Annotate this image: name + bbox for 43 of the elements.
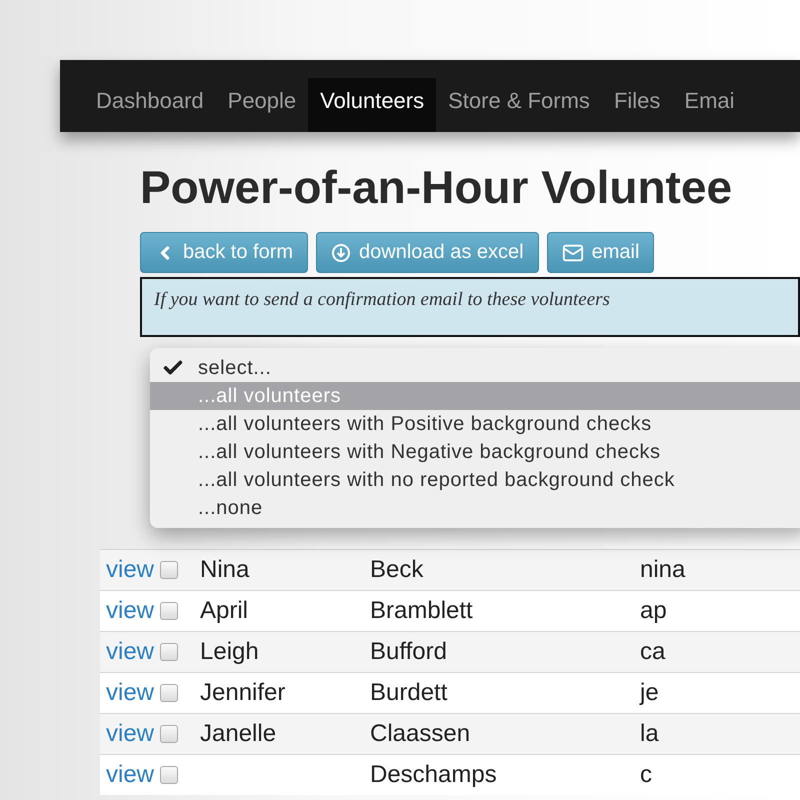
view-link[interactable]: view <box>100 761 160 789</box>
view-link[interactable]: view <box>100 638 160 666</box>
view-link[interactable]: view <box>100 597 160 625</box>
nav-tab[interactable]: Emai <box>672 78 747 132</box>
nav-tab[interactable]: People <box>216 78 308 132</box>
menu-option[interactable]: ...none <box>150 494 800 522</box>
row-checkbox[interactable] <box>160 561 178 579</box>
email-cell-text: ca <box>640 638 666 666</box>
row-checkbox[interactable] <box>160 684 178 702</box>
download-icon <box>331 242 352 262</box>
page-title: Power-of-an-Hour Voluntee <box>140 160 734 214</box>
row-checkbox[interactable] <box>160 766 178 784</box>
first-name-cell-text: April <box>200 597 250 625</box>
email-cell-text: la <box>640 720 660 748</box>
menu-option[interactable]: select... <box>150 354 800 382</box>
first-name-cell-text: Jennifer <box>200 679 286 707</box>
menu-option[interactable]: ...all volunteers with Positive background checks <box>150 410 800 438</box>
menu-option[interactable]: ...all volunteers with no reported background check <box>150 466 800 494</box>
nav-tab[interactable]: Dashboard <box>84 78 216 132</box>
last-name-cell-text: Burdett <box>370 679 448 707</box>
nav-tab[interactable]: Files <box>602 78 672 132</box>
last-name-cell-text: Bufford <box>370 638 448 666</box>
email-cell-text: nina <box>640 556 686 584</box>
view-link[interactable]: view <box>100 556 160 584</box>
notice-text: If you want to send a confirmation email to these volunteers <box>140 277 800 337</box>
first-name-cell-text: Janelle <box>200 720 278 748</box>
last-name-cell-text: Bramblett <box>370 597 474 625</box>
view-link[interactable]: view <box>100 679 160 707</box>
last-name-cell-text: Beck <box>370 556 424 584</box>
email-cell-text: c <box>640 761 653 789</box>
first-name-cell-text: Nina <box>200 556 250 584</box>
last-name-cell-text: Claassen <box>370 720 472 748</box>
menu-option[interactable]: ...all volunteers with Negative background checks <box>150 438 800 466</box>
nav-tab[interactable]: Volunteers <box>308 78 436 132</box>
email-cell-text: ap <box>640 597 668 625</box>
first-name-cell-text: Leigh <box>200 638 260 666</box>
last-name-cell-text: Deschamps <box>370 761 498 789</box>
row-checkbox[interactable] <box>160 725 178 743</box>
view-link[interactable]: view <box>100 720 160 748</box>
email-cell-text: je <box>640 679 660 707</box>
row-checkbox[interactable] <box>160 602 178 620</box>
nav-tab[interactable]: Store & Forms <box>436 78 602 132</box>
row-checkbox[interactable] <box>160 643 178 661</box>
